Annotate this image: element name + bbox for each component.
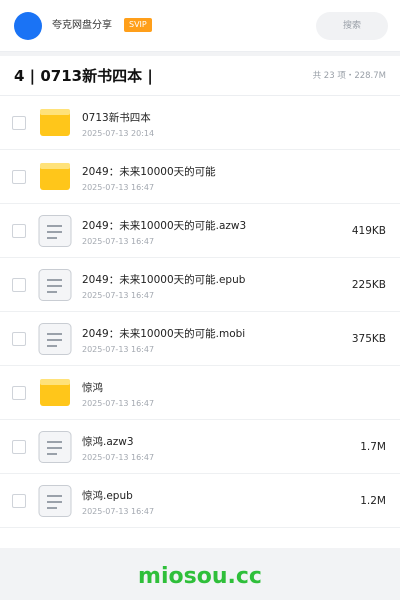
checkbox[interactable] bbox=[12, 224, 26, 238]
file-date: 2025-07-13 16:47 bbox=[82, 399, 155, 408]
file-date: 2025-07-13 16:47 bbox=[82, 237, 155, 246]
file-name: 0713新书四本 bbox=[82, 112, 151, 124]
list-item[interactable]: 惊鸿.azw3 2025-07-13 16:47 1.7M bbox=[0, 420, 400, 474]
folder-icon bbox=[40, 109, 70, 136]
top-bar: 夸克网盘分享 SVIP 搜索 bbox=[0, 0, 400, 52]
page-title: 4 | 0713新书四本 | bbox=[14, 67, 153, 85]
document-icon bbox=[38, 431, 72, 463]
item-summary: 共 23 项・228.7M bbox=[312, 71, 386, 81]
file-date: 2025-07-13 16:47 bbox=[82, 183, 155, 192]
document-icon bbox=[38, 215, 72, 247]
avatar[interactable] bbox=[14, 12, 42, 40]
file-size: 419KB bbox=[351, 225, 386, 237]
file-size: 1.2M bbox=[360, 495, 386, 507]
list-item[interactable]: 2049：未来10000天的可能.azw3 2025-07-13 16:47 4… bbox=[0, 204, 400, 258]
list-item[interactable]: 2049：未来10000天的可能.epub 2025-07-13 16:47 2… bbox=[0, 258, 400, 312]
search-input[interactable]: 搜索 bbox=[316, 12, 388, 40]
checkbox[interactable] bbox=[12, 278, 26, 292]
user-name: 夸克网盘分享 bbox=[52, 20, 112, 31]
file-date: 2025-07-13 16:47 bbox=[82, 291, 155, 300]
checkbox[interactable] bbox=[12, 386, 26, 400]
checkbox[interactable] bbox=[12, 440, 26, 454]
file-size: 375KB bbox=[351, 333, 386, 345]
file-date: 2025-07-13 16:47 bbox=[82, 507, 155, 516]
list-item[interactable]: 2049：未来10000天的可能 2025-07-13 16:47 bbox=[0, 150, 400, 204]
file-size: 1.7M bbox=[360, 441, 386, 453]
list-item[interactable]: 2049：未来10000天的可能.mobi 2025-07-13 16:47 3… bbox=[0, 312, 400, 366]
checkbox[interactable] bbox=[12, 494, 26, 508]
file-size: 225KB bbox=[351, 279, 386, 291]
site-logo: miosou.cc bbox=[138, 564, 262, 589]
document-icon bbox=[38, 485, 72, 517]
document-icon bbox=[38, 269, 72, 301]
folder-icon bbox=[40, 379, 70, 406]
list-item[interactable]: 0713新书四本 2025-07-13 20:14 bbox=[0, 96, 400, 150]
list-item[interactable]: 惊鸿 2025-07-13 16:47 bbox=[0, 366, 400, 420]
file-date: 2025-07-13 20:14 bbox=[82, 129, 155, 138]
file-name: 惊鸿.epub bbox=[82, 490, 133, 502]
vip-badge: SVIP bbox=[124, 18, 152, 32]
folder-title-bar: 4 | 0713新书四本 | 共 23 项・228.7M bbox=[0, 56, 400, 96]
file-name: 2049：未来10000天的可能 bbox=[82, 166, 216, 178]
checkbox[interactable] bbox=[12, 332, 26, 346]
file-name: 2049：未来10000天的可能.mobi bbox=[82, 328, 246, 340]
file-list: 0713新书四本 2025-07-13 20:14 2049：未来10000天的… bbox=[0, 96, 400, 548]
file-name: 2049：未来10000天的可能.epub bbox=[82, 274, 246, 286]
file-date: 2025-07-13 16:47 bbox=[82, 345, 155, 354]
document-icon bbox=[38, 323, 72, 355]
file-name: 惊鸿 bbox=[82, 382, 103, 394]
checkbox[interactable] bbox=[12, 170, 26, 184]
folder-icon bbox=[40, 163, 70, 190]
file-name: 惊鸿.azw3 bbox=[82, 436, 134, 448]
checkbox[interactable] bbox=[12, 116, 26, 130]
list-item[interactable]: 惊鸿.epub 2025-07-13 16:47 1.2M bbox=[0, 474, 400, 528]
file-date: 2025-07-13 16:47 bbox=[82, 453, 155, 462]
file-name: 2049：未来10000天的可能.azw3 bbox=[82, 220, 247, 232]
